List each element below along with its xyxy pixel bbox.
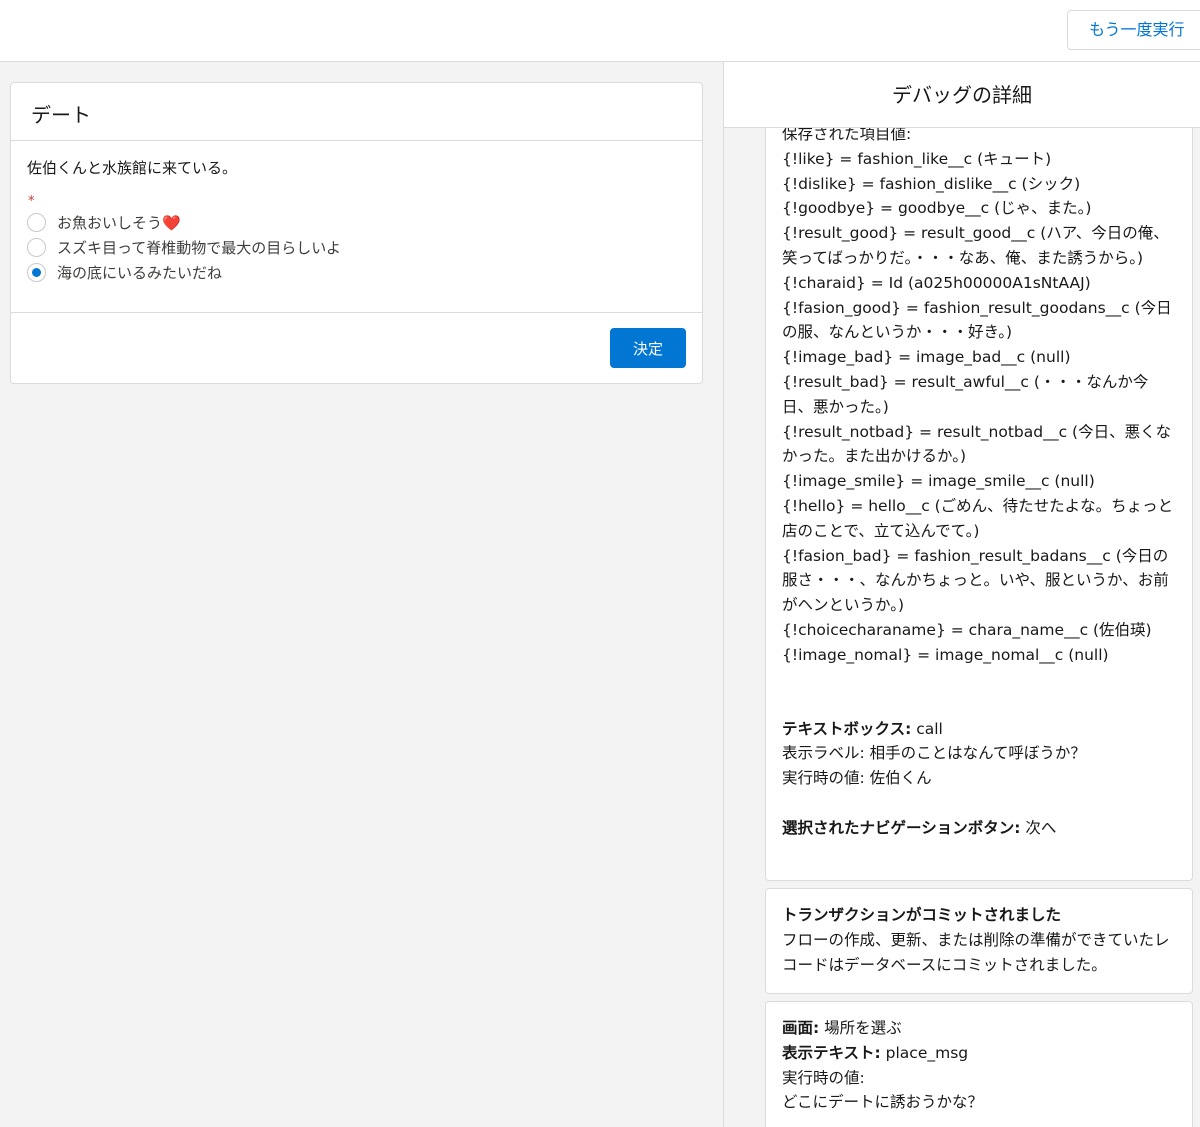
variable-line: {!result_bad} = result_awful__c (・・・なんか今…	[782, 372, 1149, 416]
radio-option[interactable]: 海の底にいるみたいだね	[27, 260, 686, 285]
variable-line: {!fasion_good} = fashion_result_goodans_…	[782, 298, 1172, 342]
textbox-value: call	[911, 719, 943, 738]
nav-value: 次へ	[1020, 818, 1057, 837]
runtime-value-line: 実行時の値: 佐伯くん	[782, 769, 932, 788]
variable-line: {!like} = fashion_like__c (キュート)	[782, 149, 1052, 168]
display-text-line: 表示テキスト: place_msg	[782, 1041, 1176, 1066]
variable-line: {!image_smile} = image_smile__c (null)	[782, 472, 1095, 491]
variable-line: {!choicecharaname} = chara_name__c (佐伯瑛)	[782, 620, 1152, 639]
variable-line: {!image_bad} = image_bad__c (null)	[782, 348, 1071, 367]
display-text-value: place_msg	[880, 1043, 969, 1062]
debug-panel: デバッグの詳細 保存された項目値: {!like} = fashion_like…	[723, 62, 1200, 1127]
screen-card: デート 佐伯くんと水族館に来ている。 * お魚おいしそう ❤️ スズキ目って脊椎動…	[10, 82, 703, 384]
textbox-line: テキストボックス: call	[782, 717, 1176, 742]
display-label-line: 表示ラベル: 相手のことはなんて呼ぼうか？	[782, 744, 1086, 763]
screen-body: 佐伯くんと水族館に来ている。 * お魚おいしそう ❤️ スズキ目って脊椎動物で最大…	[11, 141, 702, 312]
radio-option[interactable]: スズキ目って脊椎動物で最大の目らしいよ	[27, 235, 686, 260]
flow-preview-area: デート 佐伯くんと水族館に来ている。 * お魚おいしそう ❤️ スズキ目って脊椎動…	[0, 62, 723, 1127]
rerun-button[interactable]: もう一度実行	[1067, 10, 1200, 50]
saved-values-label: 保存された項目値:	[782, 128, 912, 143]
transaction-title: トランザクションがコミットされました	[782, 903, 1176, 928]
submit-button[interactable]: 決定	[610, 328, 686, 368]
radio-option-label: お魚おいしそう	[57, 214, 163, 232]
debug-title: デバッグの詳細	[724, 62, 1200, 128]
heart-icon: ❤️	[162, 213, 181, 232]
screen-value: 場所を選ぶ	[819, 1019, 902, 1037]
radio-button[interactable]	[27, 213, 46, 232]
required-marker: *	[28, 194, 35, 209]
variable-line: {!fasion_bad} = fashion_result_badans__c…	[782, 546, 1169, 615]
transaction-body: フローの作成、更新、または削除の準備ができていたレコードはデータベースにコミット…	[782, 930, 1170, 974]
radio-option-label: 海の底にいるみたいだね	[57, 264, 223, 282]
radio-button-selected[interactable]	[27, 263, 46, 282]
radio-button[interactable]	[27, 238, 46, 257]
navigation-line: 選択されたナビゲーションボタン: 次へ	[782, 816, 1176, 841]
screen-label: 画面:	[782, 1019, 820, 1037]
debug-scroll-area[interactable]: 保存された項目値: {!like} = fashion_like__c (キュー…	[724, 128, 1200, 1127]
debug-card-screen-values: 保存された項目値: {!like} = fashion_like__c (キュー…	[765, 128, 1193, 881]
screen-footer: 決定	[11, 312, 702, 384]
question-text: 佐伯くんと水族館に来ている。	[27, 159, 238, 177]
top-bar: もう一度実行	[0, 0, 1200, 62]
runtime-label: 実行時の値:	[782, 1068, 865, 1087]
variable-line: {!goodbye} = goodbye__c (じゃ、また。)	[782, 199, 1092, 218]
debug-card-next-screen: 画面: 場所を選ぶ 表示テキスト: place_msg 実行時の値: どこにデー…	[765, 1001, 1193, 1127]
textbox-label: テキストボックス:	[782, 719, 912, 738]
debug-card-transaction: トランザクションがコミットされました フローの作成、更新、または削除の準備ができ…	[765, 888, 1193, 994]
variable-line: {!hello} = hello__c (ごめん、待たせたよな。ちょっと店のこと…	[782, 496, 1174, 540]
variable-line: {!image_nomal} = image_nomal__c (null)	[782, 645, 1109, 664]
transaction-title-text: トランザクションがコミットされました	[782, 906, 1062, 924]
radio-option[interactable]: お魚おいしそう ❤️	[27, 210, 686, 235]
screen-title: デート	[11, 83, 702, 141]
runtime-value: どこにデートに誘おうかな？	[782, 1093, 984, 1112]
variable-line: {!result_notbad} = result_notbad__c (今日、…	[782, 422, 1172, 466]
variable-line: {!dislike} = fashion_dislike__c (シック)	[782, 174, 1081, 193]
variable-line: {!result_good} = result_good__c (ハア、今日の俺…	[782, 224, 1169, 267]
variable-line: {!charaid} = Id (a025h00000A1sNtAAJ)	[782, 273, 1091, 292]
nav-label: 選択されたナビゲーションボタン:	[782, 818, 1021, 837]
screen-line: 画面: 場所を選ぶ	[782, 1016, 1176, 1041]
radio-option-label: スズキ目って脊椎動物で最大の目らしいよ	[57, 239, 341, 257]
display-text-label: 表示テキスト:	[782, 1043, 881, 1062]
